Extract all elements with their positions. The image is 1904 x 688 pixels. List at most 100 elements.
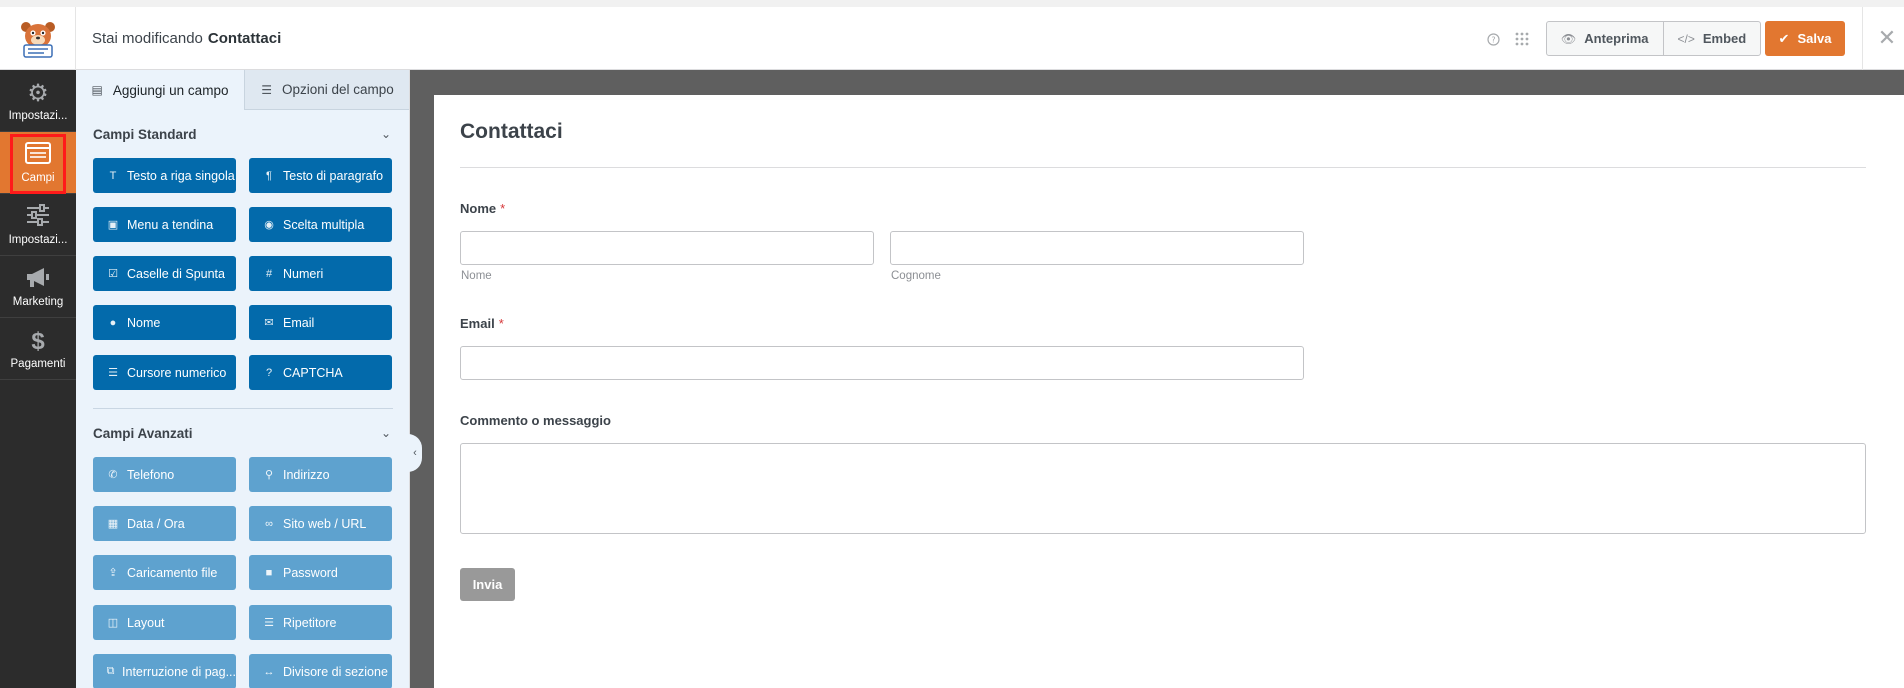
checkbox-icon: ☑ bbox=[108, 268, 118, 280]
field-button-file-upload[interactable]: ⇪ Caricamento file bbox=[93, 555, 236, 590]
field-button-label: Password bbox=[283, 565, 338, 580]
check-icon: ✔ bbox=[1778, 30, 1790, 46]
sidebar-item-settings-2[interactable]: Impostazi... bbox=[0, 194, 76, 256]
field-button-multiple-choice[interactable]: ◉ Scelta multipla bbox=[249, 207, 392, 242]
code-icon: </> bbox=[1677, 31, 1695, 46]
field-button-label: Cursore numerico bbox=[127, 365, 227, 380]
preview-button[interactable]: 👁 Anteprima bbox=[1547, 22, 1663, 55]
field-button-checkboxes[interactable]: ☑ Caselle di Spunta bbox=[93, 256, 236, 291]
field-button-password[interactable]: ■ Password bbox=[249, 555, 392, 590]
header-separator bbox=[1862, 7, 1863, 70]
email-field-label[interactable]: Email * bbox=[460, 316, 504, 331]
field-button-label: Divisore di sezione bbox=[283, 664, 388, 679]
editing-prefix: Stai modificando bbox=[92, 30, 203, 47]
field-button-name[interactable]: ● Nome bbox=[93, 305, 236, 340]
sliders-icon: ☰ bbox=[261, 82, 272, 97]
field-button-label: Telefono bbox=[127, 467, 175, 482]
standard-fields-title[interactable]: Campi Standard bbox=[93, 127, 197, 142]
tab-add-field[interactable]: ▤ Aggiungi un campo bbox=[76, 70, 244, 110]
embed-button[interactable]: </> Embed bbox=[1662, 22, 1761, 55]
slider-icon: ☰ bbox=[108, 367, 118, 379]
sidebar-item-label: Campi bbox=[21, 171, 55, 184]
last-name-input[interactable] bbox=[890, 231, 1304, 265]
envelope-icon: ✉ bbox=[264, 317, 274, 329]
first-name-input[interactable] bbox=[460, 231, 874, 265]
required-asterisk: * bbox=[498, 316, 504, 331]
field-button-label: Layout bbox=[127, 615, 165, 630]
field-button-email[interactable]: ✉ Email bbox=[249, 305, 392, 340]
sidebar-item-label: Marketing bbox=[12, 295, 64, 308]
sliders-icon bbox=[26, 203, 50, 232]
chevron-down-icon[interactable]: ⌄ bbox=[381, 127, 391, 141]
field-button-address[interactable]: ⚲ Indirizzo bbox=[249, 457, 392, 492]
panel-tabs: ▤ Aggiungi un campo ☰ Opzioni del campo bbox=[76, 70, 409, 110]
upload-icon: ⇪ bbox=[108, 567, 118, 579]
svg-text:?: ? bbox=[1491, 35, 1495, 44]
field-button-phone[interactable]: ✆ Telefono bbox=[93, 457, 236, 492]
field-button-paragraph-text[interactable]: ¶ Testo di paragrafo bbox=[249, 158, 392, 193]
tab-label: Aggiungi un campo bbox=[112, 82, 229, 98]
field-button-label: Testo di paragrafo bbox=[283, 168, 384, 183]
field-button-label: Nome bbox=[127, 315, 161, 330]
sidebar-item-label: Impostazi... bbox=[8, 233, 68, 246]
text-icon: T bbox=[109, 169, 117, 182]
sidebar-item-label: Pagamenti bbox=[10, 357, 66, 370]
field-button-date-time[interactable]: ▦ Data / Ora bbox=[93, 506, 236, 541]
sidebar-item-fields[interactable]: Campi bbox=[0, 132, 76, 194]
chevron-left-icon: ‹ bbox=[413, 447, 417, 459]
field-button-label: Caricamento file bbox=[127, 565, 218, 580]
form-title-divider bbox=[460, 167, 1866, 168]
field-button-website-url[interactable]: ∞ Sito web / URL bbox=[249, 506, 392, 541]
comment-textarea[interactable] bbox=[460, 443, 1866, 534]
required-asterisk: * bbox=[500, 201, 506, 216]
megaphone-icon bbox=[25, 266, 51, 294]
field-button-captcha[interactable]: ? CAPTCHA bbox=[249, 355, 392, 390]
sidebar-item-settings[interactable]: ⚙ Impostazi... bbox=[0, 70, 76, 132]
grid-dots-icon[interactable] bbox=[1512, 29, 1532, 49]
field-button-dropdown[interactable]: ▣ Menu a tendina bbox=[93, 207, 236, 242]
form-title[interactable]: Contattaci bbox=[460, 120, 563, 144]
field-button-layout[interactable]: ◫ Layout bbox=[93, 605, 236, 640]
field-button-number-slider[interactable]: ☰ Cursore numerico bbox=[93, 355, 236, 390]
preview-embed-group: 👁 Anteprima </> Embed bbox=[1546, 21, 1762, 56]
submit-button[interactable]: Invia bbox=[460, 568, 515, 601]
list-icon: ▤ bbox=[91, 83, 103, 97]
email-label-text: Email bbox=[460, 316, 495, 331]
link-icon: ∞ bbox=[265, 517, 273, 530]
form-name: Contattaci bbox=[207, 30, 282, 47]
advanced-fields-title[interactable]: Campi Avanzati bbox=[93, 426, 193, 441]
field-button-label: Indirizzo bbox=[283, 467, 330, 482]
field-button-section-divider[interactable]: ↔ Divisore di sezione bbox=[249, 654, 392, 688]
radio-icon: ◉ bbox=[264, 219, 274, 231]
field-button-label: Menu a tendina bbox=[127, 217, 214, 232]
chevron-down-icon[interactable]: ⌄ bbox=[381, 426, 391, 440]
paragraph-icon: ¶ bbox=[266, 169, 272, 182]
name-field-label[interactable]: Nome * bbox=[460, 201, 505, 216]
fields-list-icon bbox=[25, 141, 51, 170]
sidebar-item-marketing[interactable]: Marketing bbox=[0, 256, 76, 318]
wpforms-logo[interactable] bbox=[0, 7, 76, 70]
field-button-label: CAPTCHA bbox=[283, 365, 343, 380]
lock-icon: ■ bbox=[265, 566, 273, 579]
repeater-icon: ☰ bbox=[264, 617, 274, 629]
field-button-label: Testo a riga singola bbox=[127, 168, 235, 183]
tab-label: Opzioni del campo bbox=[281, 82, 394, 97]
builder-header: Stai modificando Contattaci ? 👁 Anteprim… bbox=[0, 7, 1904, 70]
sidebar-item-payments[interactable]: $ Pagamenti bbox=[0, 318, 76, 380]
first-name-sublabel: Nome bbox=[461, 270, 492, 282]
field-button-single-line-text[interactable]: T Testo a riga singola bbox=[93, 158, 236, 193]
layout-icon: ◫ bbox=[107, 617, 119, 629]
gear-icon: ⚙ bbox=[27, 79, 49, 107]
bear-logo-icon bbox=[20, 21, 55, 58]
close-icon[interactable]: ✕ bbox=[1874, 25, 1900, 51]
field-button-page-break[interactable]: ⧉ Interruzione di pag... bbox=[93, 654, 236, 688]
field-button-repeater[interactable]: ☰ Ripetitore bbox=[249, 605, 392, 640]
comment-field-label[interactable]: Commento o messaggio bbox=[460, 413, 611, 428]
field-button-label: Interruzione di pag... bbox=[122, 664, 236, 679]
tab-field-options[interactable]: ☰ Opzioni del campo bbox=[244, 70, 409, 110]
help-icon[interactable]: ? bbox=[1483, 29, 1503, 49]
save-button[interactable]: ✔ Salva bbox=[1765, 21, 1845, 56]
email-input[interactable] bbox=[460, 346, 1304, 380]
field-button-label: Email bbox=[283, 315, 315, 330]
field-button-numbers[interactable]: # Numeri bbox=[249, 256, 392, 291]
